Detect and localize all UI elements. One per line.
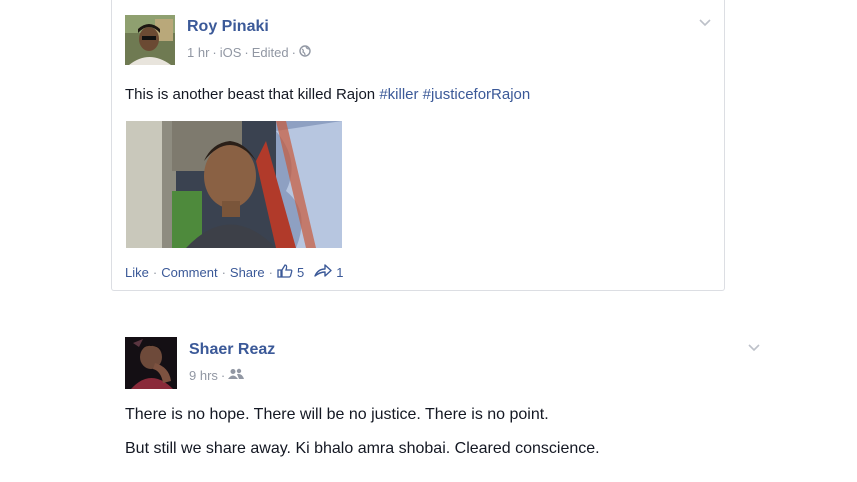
like-link[interactable]: Like bbox=[125, 265, 149, 280]
post-edited[interactable]: Edited bbox=[252, 45, 289, 60]
hashtag-killer[interactable]: #killer bbox=[379, 86, 418, 103]
chevron-down-icon[interactable] bbox=[747, 341, 761, 355]
hashtag-justiceforrajon[interactable]: #justiceforRajon bbox=[423, 86, 531, 103]
comment-link[interactable]: Comment bbox=[161, 265, 217, 280]
author-name-shaer[interactable]: Shaer Reaz bbox=[189, 341, 275, 359]
chevron-down-icon[interactable] bbox=[698, 16, 712, 30]
post-card-roy: Roy Pinaki 1 hr · iOS · Edited · This is… bbox=[111, 0, 725, 291]
post-photo[interactable] bbox=[126, 121, 342, 248]
post-text-line2: But still we share away. Ki bhalo amra s… bbox=[125, 440, 600, 457]
post-text-line1: There is no hope. There will be no justi… bbox=[125, 406, 549, 423]
share-icon[interactable] bbox=[314, 264, 332, 281]
shares-count[interactable]: 1 bbox=[336, 265, 343, 280]
post-platform: iOS bbox=[219, 45, 242, 60]
post-time-shaer[interactable]: 9 hrs bbox=[189, 368, 218, 383]
post-text-roy: This is another beast that killed Rajon … bbox=[125, 86, 530, 103]
post-meta-shaer: 9 hrs · bbox=[189, 368, 245, 383]
friends-icon[interactable] bbox=[228, 368, 245, 383]
post-actions-roy: Like · Comment · Share · 5 1 bbox=[125, 264, 344, 281]
author-name-roy[interactable]: Roy Pinaki bbox=[187, 18, 269, 36]
likes-count[interactable]: 5 bbox=[297, 265, 304, 280]
globe-icon[interactable] bbox=[299, 45, 311, 60]
thumbs-up-icon[interactable] bbox=[277, 264, 293, 281]
avatar-roy[interactable] bbox=[125, 15, 175, 65]
post-meta-roy: 1 hr · iOS · Edited · bbox=[187, 45, 311, 60]
post-body: This is another beast that killed Rajon bbox=[125, 86, 380, 103]
avatar-shaer[interactable] bbox=[125, 337, 177, 389]
share-link[interactable]: Share bbox=[230, 265, 265, 280]
post-time[interactable]: 1 hr bbox=[187, 45, 209, 60]
